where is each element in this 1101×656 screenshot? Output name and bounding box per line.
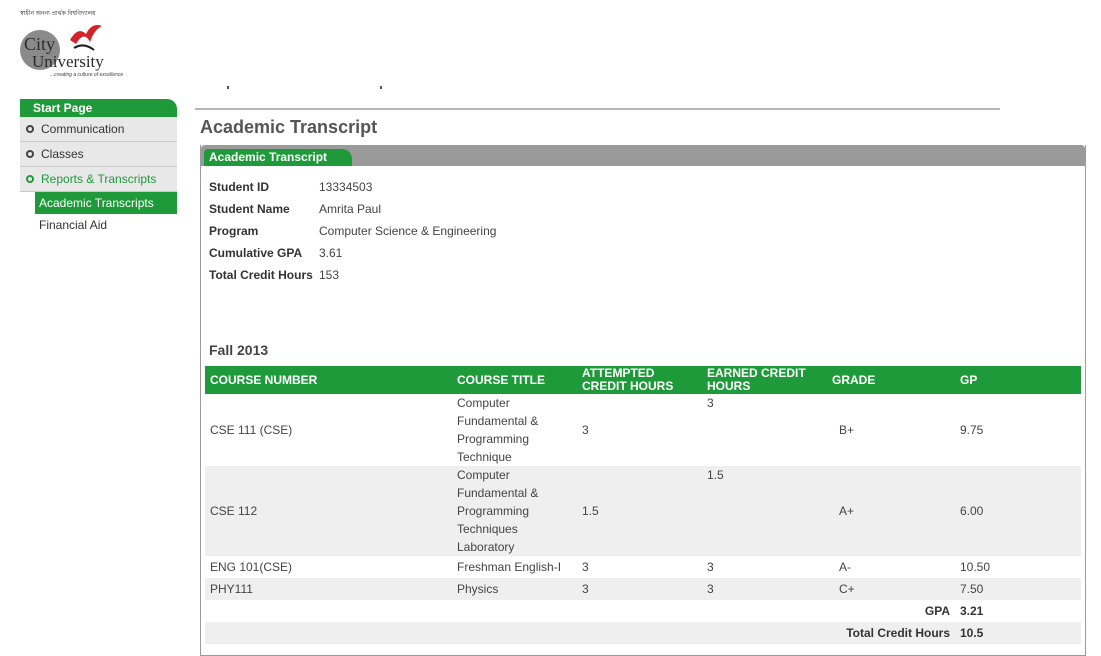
student-id-value: 13334503 — [319, 180, 373, 194]
grade-cell: B+ — [839, 423, 855, 437]
course-number-cell: CSE 111 (CSE) — [210, 423, 293, 437]
logo-subtitle: ...creating a culture of excellence — [50, 72, 124, 78]
panel-body: Student ID 13334503 Student Name Amrita … — [203, 166, 1083, 655]
header-tick-mark — [227, 86, 229, 89]
student-info: Student ID 13334503 Student Name Amrita … — [209, 176, 496, 286]
table-row: PHY111 Physics 3 3 C+ 7.50 — [205, 578, 1081, 600]
sidebar-item-label: Classes — [41, 147, 84, 161]
earned-credit-cell: 3 — [702, 578, 827, 600]
sidebar-item-label: Reports & Transcripts — [41, 172, 157, 186]
field-label: Student ID — [209, 180, 269, 194]
panel-tab-academic-transcript: Academic Transcript — [204, 149, 352, 166]
grade-cell: A+ — [827, 466, 955, 556]
term-heading: Fall 2013 — [209, 342, 269, 358]
course-title-cell: Computer Fundamental & Programming Techn… — [452, 466, 577, 556]
total-credit-hours-value: 153 — [319, 268, 340, 282]
logo-mark-icon — [70, 25, 102, 51]
field-label: Total Credit Hours — [209, 268, 313, 282]
sidebar-nav: Start Page Communication Classes Reports… — [20, 99, 177, 236]
bullet-icon — [26, 125, 34, 133]
course-number-cell: ENG 101(CSE) — [210, 560, 293, 574]
gpa-summary-row: GPA 3.21 — [205, 600, 1081, 622]
earned-credit-cell: 3 — [707, 396, 714, 410]
course-title-cell: Freshman English-I — [457, 560, 562, 574]
attempted-credit-cell: 3 — [582, 560, 589, 574]
field-label: Student Name — [209, 202, 290, 216]
field-label: Cumulative GPA — [209, 246, 303, 260]
sidebar-item-reports-transcripts[interactable]: Reports & Transcripts — [20, 167, 177, 192]
column-header-grade: GRADE — [827, 366, 955, 394]
earned-credit-cell: 3 — [707, 560, 714, 574]
gp-cell: 6.00 — [955, 466, 1081, 556]
grade-cell: A- — [839, 560, 851, 574]
credit-summary-row: Total Credit Hours 10.5 — [205, 622, 1081, 644]
sidebar-item-label: Communication — [41, 122, 125, 136]
course-number-cell: PHY111 — [205, 578, 452, 600]
bullet-icon — [26, 175, 34, 183]
sidebar-item-communication[interactable]: Communication — [20, 117, 177, 142]
total-credit-hours-label: Total Credit Hours — [205, 622, 955, 644]
logo-tagline: স্বাধীন অনন্য প্রার্থক বিশ্ববিদ্যালয় — [20, 11, 96, 17]
header-divider — [195, 108, 1000, 110]
column-header-earned-credit-hours: EARNED CREDIT HOURS — [702, 366, 827, 394]
attempted-credit-cell: 1.5 — [577, 466, 702, 556]
header-tick-mark — [380, 86, 382, 89]
university-logo[interactable]: স্বাধীন অনন্য প্রার্থক বিশ্ববিদ্যালয় Ci… — [18, 8, 123, 82]
gp-cell: 9.75 — [960, 423, 984, 437]
logo-university-text: University — [32, 52, 104, 71]
earned-credit-cell: 1.5 — [702, 466, 827, 556]
table-row: CSE 112 Computer Fundamental & Programmi… — [205, 466, 1081, 556]
course-number-cell: CSE 112 — [205, 466, 452, 556]
page-title: Academic Transcript — [200, 117, 378, 137]
grades-table: COURSE NUMBER COURSE TITLE ATTEMPTED CRE… — [205, 366, 1081, 644]
sidebar-header-start-page[interactable]: Start Page — [20, 99, 177, 117]
sidebar-subitem-financial-aid[interactable]: Financial Aid — [20, 214, 177, 236]
student-name-row: Student Name Amrita Paul — [209, 198, 496, 220]
table-row: ENG 101(CSE) Freshman English-I 3 3 A- 1… — [205, 556, 1081, 578]
table-row: CSE 111 (CSE) Computer Fundamental & Pro… — [205, 394, 1081, 466]
transcript-panel: Academic Transcript Student ID 13334503 … — [200, 145, 1086, 656]
sidebar-item-classes[interactable]: Classes — [20, 142, 177, 167]
gpa-value: 3.21 — [960, 604, 984, 618]
gpa-label: GPA — [924, 604, 950, 618]
total-credit-hours-term-value: 10.5 — [955, 622, 1081, 644]
course-title-cell: Physics — [452, 578, 577, 600]
program-value: Computer Science & Engineering — [319, 224, 497, 238]
sidebar-subitem-academic-transcripts[interactable]: Academic Transcripts — [35, 192, 177, 214]
column-header-attempted-credit-hours: ATTEMPTED CREDIT HOURS — [577, 366, 702, 394]
table-header-row: COURSE NUMBER COURSE TITLE ATTEMPTED CRE… — [205, 366, 1081, 394]
total-credit-hours-row: Total Credit Hours 153 — [209, 264, 496, 286]
student-id-row: Student ID 13334503 — [209, 176, 496, 198]
course-title-cell: Computer Fundamental & Programming Techn… — [457, 396, 539, 464]
program-row: Program Computer Science & Engineering — [209, 220, 496, 242]
cumulative-gpa-row: Cumulative GPA 3.61 — [209, 242, 496, 264]
attempted-credit-cell: 3 — [582, 423, 589, 437]
gp-cell: 10.50 — [960, 560, 991, 574]
panel-title-bar: Academic Transcript — [201, 145, 1085, 166]
bullet-icon — [26, 150, 34, 158]
cumulative-gpa-value: 3.61 — [319, 246, 343, 260]
gp-cell: 7.50 — [955, 578, 1081, 600]
field-label: Program — [209, 224, 259, 238]
column-header-course-number: COURSE NUMBER — [205, 366, 452, 394]
student-name-value: Amrita Paul — [319, 202, 382, 216]
column-header-gp: GP — [955, 366, 1081, 394]
attempted-credit-cell: 3 — [577, 578, 702, 600]
column-header-course-title: COURSE TITLE — [452, 366, 577, 394]
grade-cell: C+ — [827, 578, 955, 600]
